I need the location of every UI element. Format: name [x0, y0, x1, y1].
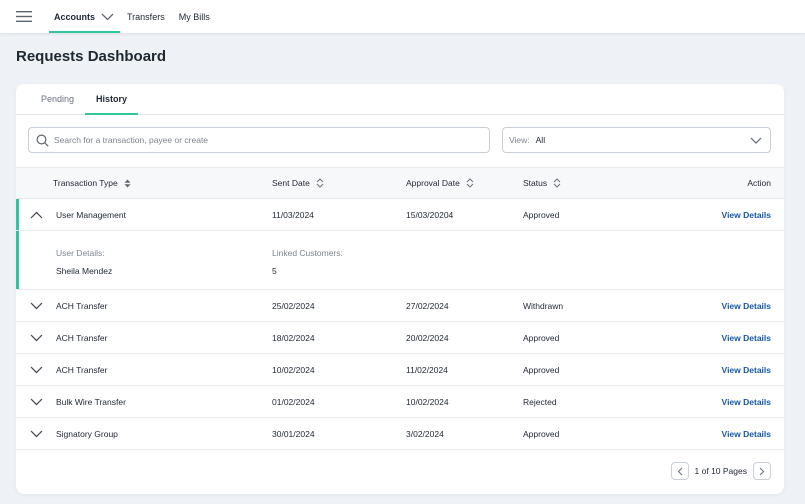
expand-row-button[interactable] [28, 386, 44, 418]
view-details-link[interactable]: View Details [722, 322, 771, 354]
collapse-row-button[interactable] [28, 199, 44, 231]
user-details-label: User Details: [56, 248, 105, 258]
cell-transaction-type: ACH Transfer [56, 301, 108, 311]
tab-pending[interactable]: Pending [30, 84, 85, 114]
table-row[interactable]: ACH Transfer 25/02/2024 27/02/2024 Withd… [16, 290, 784, 322]
col-action-label: Action [747, 178, 771, 188]
view-details-link[interactable]: View Details [722, 290, 771, 322]
chevron-down-icon [30, 398, 42, 406]
view-select-value: All [535, 135, 546, 145]
chevron-down-icon [30, 302, 42, 310]
view-details-link[interactable]: View Details [722, 418, 771, 450]
cell-transaction-type: Bulk Wire Transfer [56, 397, 126, 407]
cell-sent-date: 25/02/2024 [272, 301, 315, 311]
view-details-link[interactable]: View Details [722, 386, 771, 418]
view-details-link[interactable]: View Details [722, 199, 771, 231]
table-row[interactable]: ACH Transfer 18/02/2024 20/02/2024 Appro… [16, 322, 784, 354]
table-row[interactable]: Bulk Wire Transfer 01/02/2024 10/02/2024… [16, 386, 784, 418]
chevron-down-icon [101, 13, 114, 21]
view-select[interactable]: View: All [502, 127, 771, 153]
page-indicator: 1 of 10 Pages [694, 466, 747, 476]
tab-history[interactable]: History [85, 84, 139, 115]
cell-sent-date: 30/01/2024 [272, 429, 315, 439]
cell-approval-date: 3/02/2024 [406, 429, 444, 439]
nav-accounts-label: Accounts [54, 11, 96, 22]
chevron-right-icon [759, 467, 765, 475]
sort-icon [316, 178, 324, 188]
nav-accounts[interactable]: Accounts [48, 0, 121, 33]
search-box[interactable] [28, 127, 490, 153]
expand-row-button[interactable] [28, 354, 44, 386]
requests-card: Pending History View: All Transaction Ty… [16, 84, 784, 494]
linked-customers-label: Linked Customers: [272, 248, 343, 258]
chevron-down-icon [30, 334, 42, 342]
sort-icon [553, 178, 561, 188]
filter-bar: View: All [28, 127, 771, 153]
cell-approval-date: 15/03/20204 [406, 210, 454, 220]
row-details: User Details: Sheila Mendez Linked Custo… [16, 231, 784, 290]
cell-approval-date: 11/02/2024 [406, 365, 448, 375]
cell-transaction-type: Signatory Group [56, 429, 118, 439]
chevron-down-icon [30, 430, 42, 438]
table-header: Transaction Type Sent Date Approval Date… [16, 167, 784, 199]
expand-row-button[interactable] [28, 418, 44, 450]
cell-sent-date: 11/03/2024 [272, 210, 314, 220]
menu-button[interactable] [0, 0, 48, 33]
tab-bar: Pending History [16, 84, 784, 115]
col-status-label: Status [523, 178, 548, 188]
chevron-down-icon [750, 137, 762, 144]
cell-sent-date: 18/02/2024 [272, 333, 315, 343]
cell-status: Approved [523, 333, 560, 343]
cell-approval-date: 20/02/2024 [406, 333, 449, 343]
col-transaction-type-label: Transaction Type [53, 178, 118, 188]
nav-my-bills-label: My Bills [178, 11, 210, 22]
table-row[interactable]: User Management 11/03/2024 15/03/20204 A… [16, 199, 784, 231]
cell-status: Approved [523, 210, 560, 220]
cell-sent-date: 10/02/2024 [272, 365, 315, 375]
cell-transaction-type: User Management [56, 210, 126, 220]
col-sent-date-label: Sent Date [272, 178, 310, 188]
cell-status: Withdrawn [523, 301, 564, 311]
cell-status: Rejected [523, 397, 557, 407]
cell-transaction-type: ACH Transfer [56, 365, 108, 375]
col-action: Action [747, 168, 771, 198]
cell-transaction-type: ACH Transfer [56, 333, 108, 343]
cell-status: Approved [523, 429, 560, 439]
next-page-button[interactable] [753, 462, 771, 480]
sort-icon [466, 178, 474, 188]
linked-customers-value: 5 [272, 266, 277, 276]
view-select-label: View: [509, 135, 530, 145]
view-details-link[interactable]: View Details [722, 354, 771, 386]
expand-row-button[interactable] [28, 290, 44, 322]
cell-status: Approved [523, 365, 560, 375]
search-icon [36, 133, 49, 147]
pagination: 1 of 10 Pages [670, 461, 771, 481]
table-row[interactable]: Signatory Group 30/01/2024 3/02/2024 App… [16, 418, 784, 450]
col-transaction-type[interactable]: Transaction Type [53, 168, 131, 198]
nav-transfers[interactable]: Transfers [120, 0, 172, 33]
col-status[interactable]: Status [523, 168, 561, 198]
user-details-value: Sheila Mendez [56, 266, 113, 276]
page-title: Requests Dashboard [16, 48, 167, 65]
cell-approval-date: 10/02/2024 [406, 397, 449, 407]
nav-transfers-label: Transfers [127, 11, 165, 22]
cell-sent-date: 01/02/2024 [272, 397, 315, 407]
col-approval-date-label: Approval Date [406, 178, 460, 188]
chevron-left-icon [677, 467, 682, 475]
search-input[interactable] [54, 135, 489, 145]
top-navigation: Accounts Transfers My Bills [0, 0, 805, 34]
sort-icon [124, 179, 131, 188]
menu-icon [16, 11, 32, 22]
chevron-down-icon [30, 366, 42, 374]
previous-page-button[interactable] [670, 462, 689, 480]
expand-row-button[interactable] [28, 322, 44, 354]
nav-my-bills[interactable]: My Bills [172, 0, 217, 33]
chevron-up-icon [30, 211, 42, 219]
cell-approval-date: 27/02/2024 [406, 301, 449, 311]
col-sent-date[interactable]: Sent Date [272, 168, 324, 198]
table-row[interactable]: ACH Transfer 10/02/2024 11/02/2024 Appro… [16, 354, 784, 386]
col-approval-date[interactable]: Approval Date [406, 168, 474, 198]
